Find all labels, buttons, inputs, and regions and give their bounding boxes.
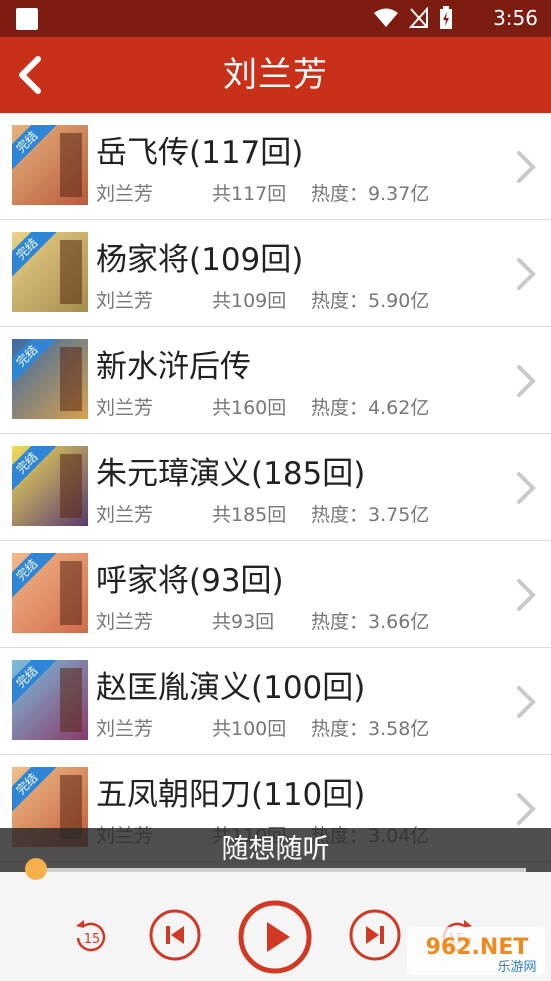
- app-bar: 刘兰芳: [0, 37, 551, 113]
- album-title: 杨家将(109回): [96, 242, 304, 278]
- album-count: 共185回: [212, 504, 287, 526]
- album-count: 共93回: [212, 611, 275, 633]
- chevron-right-icon: [517, 686, 536, 718]
- page-title: 刘兰芳: [223, 55, 328, 95]
- play-icon: [238, 900, 312, 974]
- album-author: 刘兰芳: [96, 611, 154, 633]
- player-bar: 15 15 962.NET 乐游网: [0, 858, 551, 981]
- album-count: 共117回: [212, 183, 287, 205]
- album-count: 共109回: [212, 290, 287, 312]
- album-cover: 完结: [12, 660, 88, 740]
- watermark-logo: 962.NET 乐游网: [407, 927, 545, 975]
- status-badge: 完结: [12, 232, 59, 281]
- album-count: 共160回: [212, 397, 287, 419]
- album-title: 新水浒后传: [96, 349, 251, 385]
- album-heat: 热度：3.66亿: [311, 611, 430, 633]
- album-title: 赵匡胤演义(100回): [96, 670, 366, 706]
- album-cover: 完结: [12, 125, 88, 205]
- album-cover: 完结: [12, 553, 88, 633]
- album-title: 五凤朝阳刀(110回): [96, 777, 366, 813]
- album-heat: 热度：4.62亿: [311, 397, 430, 419]
- album-heat: 热度：9.37亿: [311, 183, 430, 205]
- album-cover: 完结: [12, 232, 88, 312]
- now-playing-title[interactable]: 随想随听: [0, 828, 551, 872]
- chevron-right-icon: [517, 579, 536, 611]
- status-badge: 完结: [12, 553, 59, 602]
- album-cover: 完结: [12, 446, 88, 526]
- album-list: 完结 岳飞传(117回) 刘兰芳 共117回 热度：9.37亿 完结 杨家将(1…: [0, 113, 551, 862]
- list-item[interactable]: 完结 杨家将(109回) 刘兰芳 共109回 热度：5.90亿: [0, 220, 551, 327]
- album-author: 刘兰芳: [96, 504, 154, 526]
- album-author: 刘兰芳: [96, 397, 154, 419]
- play-button[interactable]: [237, 899, 313, 979]
- album-author: 刘兰芳: [96, 183, 154, 205]
- list-item[interactable]: 完结 呼家将(93回) 刘兰芳 共93回 热度：3.66亿: [0, 541, 551, 648]
- album-count: 共100回: [212, 718, 287, 740]
- album-heat: 热度：3.58亿: [311, 718, 430, 740]
- album-author: 刘兰芳: [96, 718, 154, 740]
- rewind-label: 15: [84, 932, 101, 947]
- chevron-right-icon: [517, 472, 536, 504]
- list-item[interactable]: 完结 岳飞传(117回) 刘兰芳 共117回 热度：9.37亿: [0, 113, 551, 220]
- album-title: 呼家将(93回): [96, 563, 284, 599]
- skip-next-icon: [349, 909, 401, 961]
- rewind-icon: 15: [76, 920, 106, 952]
- skip-previous-icon: [149, 909, 201, 961]
- watermark-text: 962.NET: [426, 935, 529, 960]
- list-item[interactable]: 完结 朱元璋演义(185回) 刘兰芳 共185回 热度：3.75亿: [0, 434, 551, 541]
- album-author: 刘兰芳: [96, 290, 154, 312]
- list-item[interactable]: 完结 赵匡胤演义(100回) 刘兰芳 共100回 热度：3.58亿: [0, 648, 551, 755]
- notification-icon: [16, 8, 38, 30]
- next-button[interactable]: [349, 909, 401, 965]
- status-badge: 完结: [12, 125, 59, 174]
- album-cover: 完结: [12, 339, 88, 419]
- chevron-right-icon: [517, 793, 536, 825]
- chevron-right-icon: [517, 258, 536, 290]
- status-badge: 完结: [12, 339, 59, 388]
- album-title: 岳飞传(117回): [96, 135, 304, 171]
- status-badge: 完结: [12, 660, 59, 709]
- status-badge: 完结: [12, 767, 59, 816]
- list-item[interactable]: 完结 新水浒后传 刘兰芳 共160回 热度：4.62亿: [0, 327, 551, 434]
- chevron-right-icon: [517, 151, 536, 183]
- status-time: 3:56: [493, 6, 538, 30]
- status-icons: [373, 6, 453, 30]
- progress-track[interactable]: [36, 868, 526, 872]
- status-badge: 完结: [12, 446, 59, 495]
- album-heat: 热度：5.90亿: [311, 290, 430, 312]
- battery-icon: [440, 6, 452, 29]
- signal-icon: [409, 7, 428, 28]
- rewind-15-button[interactable]: 15: [70, 916, 112, 962]
- status-bar: 3:56: [0, 0, 551, 37]
- previous-button[interactable]: [149, 909, 201, 965]
- album-title: 朱元璋演义(185回): [96, 456, 366, 492]
- wifi-icon: [374, 8, 398, 27]
- progress-knob[interactable]: [25, 858, 47, 880]
- watermark-sub: 乐游网: [497, 960, 536, 975]
- chevron-right-icon: [517, 365, 536, 397]
- album-heat: 热度：3.75亿: [311, 504, 430, 526]
